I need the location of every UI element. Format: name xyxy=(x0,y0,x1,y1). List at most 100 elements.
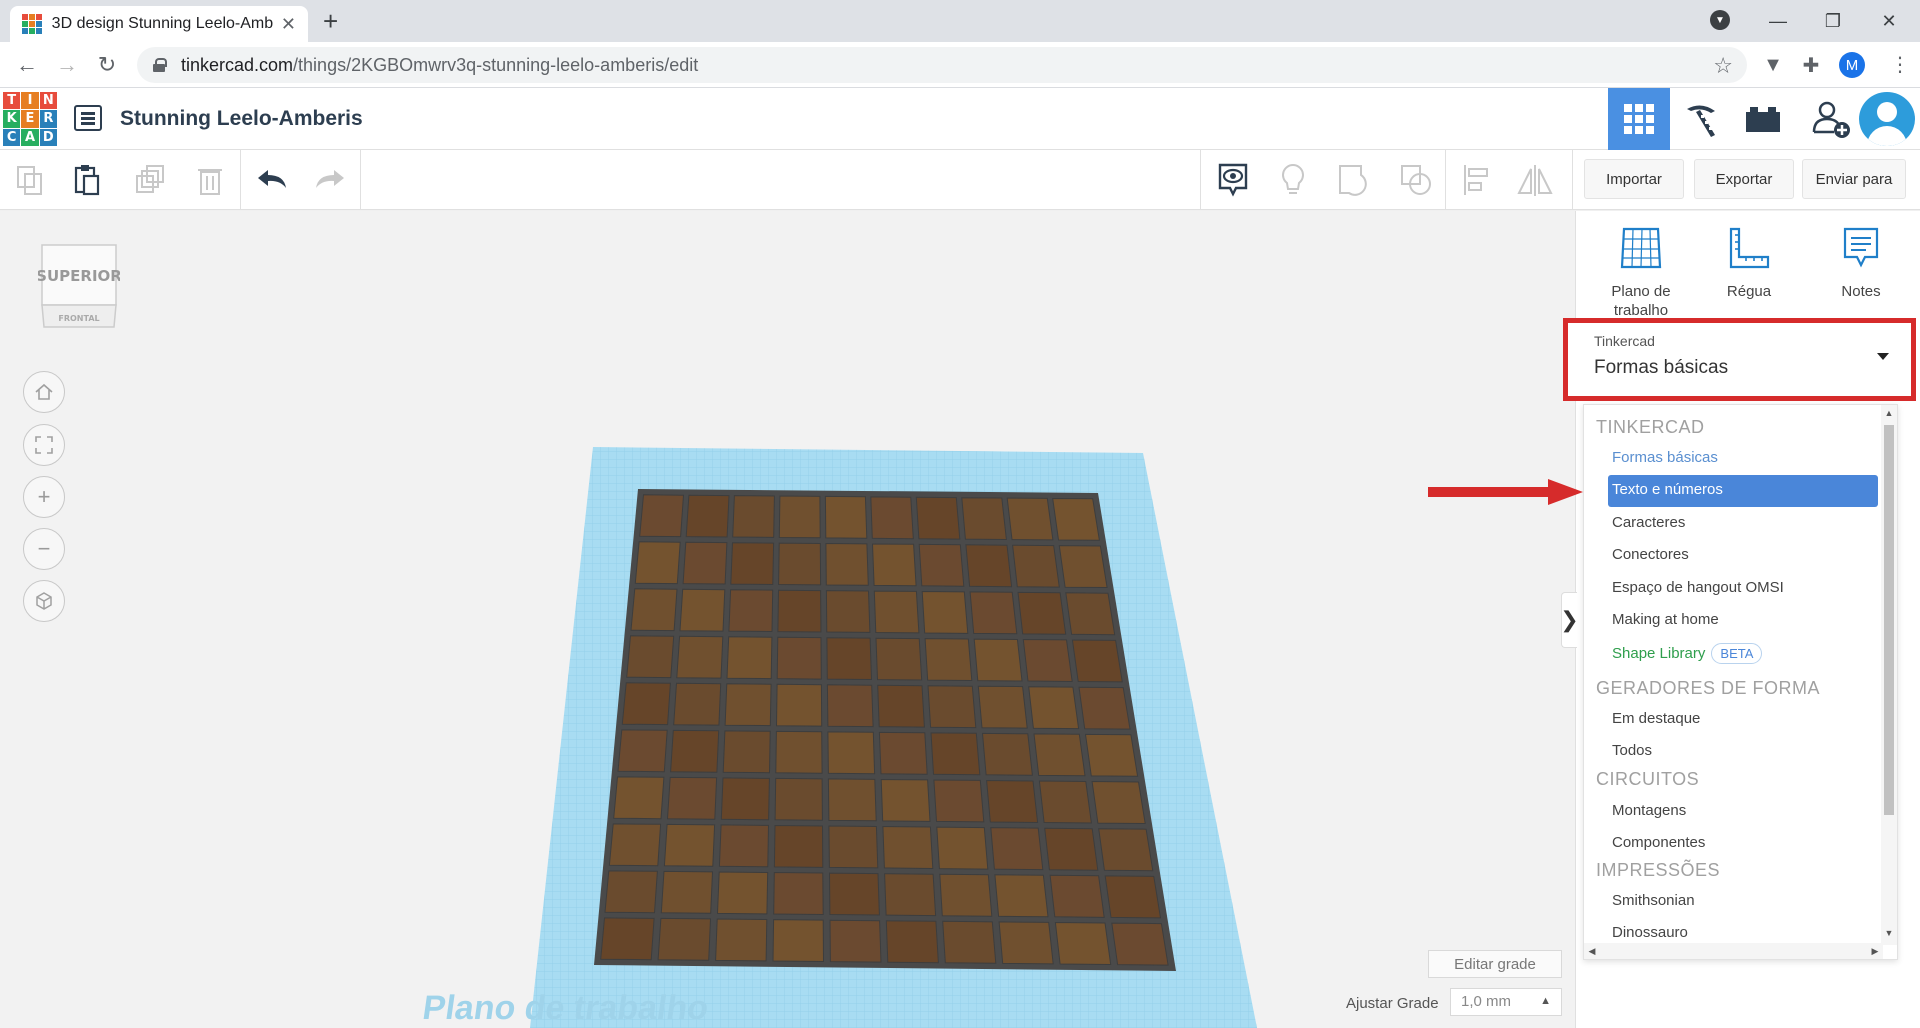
paste-icon[interactable] xyxy=(68,160,108,200)
list-item-dinosaur[interactable]: Dinossauro xyxy=(1612,924,1688,941)
add-user-icon[interactable] xyxy=(1800,88,1862,150)
puzzle-extensions-icon[interactable]: ✚ xyxy=(1798,52,1824,78)
workplane-tool[interactable]: Plano de trabalho xyxy=(1591,225,1691,320)
ruler-tool[interactable]: Régua xyxy=(1699,225,1799,301)
board-cell xyxy=(826,684,874,728)
view-cube[interactable]: SUPERIOR FRONTAL xyxy=(36,241,122,328)
board-cell xyxy=(679,588,726,632)
window-minimize-button[interactable]: — xyxy=(1753,0,1803,42)
scroll-up-icon[interactable]: ▲ xyxy=(1881,405,1897,421)
forward-arrow-icon[interactable]: → xyxy=(52,50,82,80)
logo-letter: I xyxy=(21,92,39,110)
address-bar[interactable]: tinkercad.com/things/2KGBOmwrv3q-stunnin… xyxy=(137,47,1747,83)
list-item-making-at-home[interactable]: Making at home xyxy=(1612,611,1719,628)
align-icon[interactable] xyxy=(1456,160,1496,200)
extension-icon[interactable]: ▼ xyxy=(1760,52,1786,78)
codeblocks-pickaxe-icon[interactable] xyxy=(1670,88,1732,150)
browser-tab[interactable]: 3D design Stunning Leelo-Amberis ✕ xyxy=(10,6,308,42)
bricks-icon[interactable] xyxy=(1732,88,1794,150)
list-item-text-numbers[interactable]: Texto e números xyxy=(1612,481,1723,498)
board-cell xyxy=(670,729,720,773)
scroll-down-icon[interactable]: ▼ xyxy=(1881,925,1897,941)
board-cell xyxy=(1012,544,1060,588)
board-cell xyxy=(621,682,671,726)
browser-profile-avatar[interactable]: M xyxy=(1839,52,1865,78)
copy-icon[interactable] xyxy=(10,160,50,200)
home-view-icon[interactable] xyxy=(23,371,65,413)
list-item-characters[interactable]: Caracteres xyxy=(1612,514,1685,531)
mirror-icon[interactable] xyxy=(1515,160,1555,200)
list-item-components[interactable]: Componentes xyxy=(1612,834,1705,851)
perspective-cube-icon[interactable] xyxy=(23,580,65,622)
list-item-omsi[interactable]: Espaço de hangout OMSI xyxy=(1612,579,1784,596)
reload-icon[interactable]: ↻ xyxy=(92,50,122,80)
dropdown-horizontal-scrollbar[interactable]: ◀ ▶ xyxy=(1584,943,1883,959)
scroll-left-icon[interactable]: ◀ xyxy=(1584,943,1600,959)
board-cell xyxy=(600,917,655,961)
list-item-basic-shapes[interactable]: Formas básicas xyxy=(1612,449,1718,466)
design-list-icon[interactable] xyxy=(74,105,102,131)
redo-icon[interactable] xyxy=(310,160,350,200)
bookmark-star-icon[interactable]: ☆ xyxy=(1713,53,1733,79)
back-arrow-icon[interactable]: ← xyxy=(12,50,42,80)
caret-down-icon xyxy=(1877,353,1889,360)
board-cell xyxy=(965,544,1013,588)
logo-letter: K xyxy=(3,110,21,128)
snap-grid-select[interactable]: 1,0 mm ▲ xyxy=(1450,988,1562,1016)
list-item-assemblies[interactable]: Montagens xyxy=(1612,802,1686,819)
3d-workspace[interactable]: Plano de trabalho SUPERIOR FRONTAL + − E… xyxy=(0,211,1575,1028)
category-source-label: Tinkercad xyxy=(1594,333,1655,349)
undo-icon[interactable] xyxy=(252,160,292,200)
board-cell xyxy=(730,542,775,586)
tab-search-icon[interactable]: ▼ xyxy=(1710,10,1730,30)
3d-view-grid-icon[interactable] xyxy=(1608,88,1670,150)
panel-collapse-icon[interactable]: ❯ xyxy=(1560,592,1579,648)
notes-tool[interactable]: Notes xyxy=(1811,225,1911,301)
fit-view-icon[interactable] xyxy=(23,424,65,466)
group-icon[interactable] xyxy=(1334,160,1374,200)
workplane-tool-label: Plano de trabalho xyxy=(1611,283,1671,319)
scrollbar-thumb[interactable] xyxy=(1884,425,1894,815)
duplicate-icon[interactable] xyxy=(130,160,170,200)
board-cell xyxy=(1022,638,1073,683)
dropdown-vertical-scrollbar[interactable]: ▲ ▼ xyxy=(1881,405,1897,945)
zoom-out-icon[interactable]: − xyxy=(23,528,65,570)
list-item-shape-library[interactable]: Shape Library BETA xyxy=(1612,643,1763,664)
scroll-right-icon[interactable]: ▶ xyxy=(1867,943,1883,959)
new-tab-button[interactable]: + xyxy=(323,6,338,36)
board-cell xyxy=(1091,780,1146,825)
list-item-all[interactable]: Todos xyxy=(1612,742,1652,759)
list-item-smithsonian[interactable]: Smithsonian xyxy=(1612,892,1695,909)
window-restore-button[interactable]: ❐ xyxy=(1808,0,1858,42)
send-to-button[interactable]: Enviar para xyxy=(1802,159,1906,199)
tinkercad-logo[interactable]: TINKERCAD xyxy=(3,92,57,146)
import-button[interactable]: Importar xyxy=(1584,159,1684,199)
user-avatar[interactable] xyxy=(1859,92,1915,146)
board-cell xyxy=(720,777,770,821)
zoom-in-icon[interactable]: + xyxy=(23,476,65,518)
list-item-featured[interactable]: Em destaque xyxy=(1612,710,1700,727)
ungroup-icon[interactable] xyxy=(1396,160,1436,200)
board-cell xyxy=(676,635,724,679)
board-cell xyxy=(930,732,981,776)
board-cell xyxy=(924,638,973,682)
notes-icon xyxy=(1843,227,1879,268)
snap-grid-value: 1,0 mm xyxy=(1461,993,1512,1010)
show-notes-eye-icon[interactable] xyxy=(1213,160,1253,200)
edit-grid-button[interactable]: Editar grade xyxy=(1428,950,1562,978)
category-dropdown-list[interactable]: TINKERCAD Formas básicas Texto e números… xyxy=(1583,404,1898,960)
delete-trash-icon[interactable] xyxy=(190,160,230,200)
window-close-button[interactable]: ✕ xyxy=(1864,0,1914,42)
board-cell xyxy=(1049,874,1105,918)
shape-category-select[interactable]: Tinkercad Formas básicas xyxy=(1563,318,1916,401)
section-circuits: CIRCUITOS xyxy=(1596,769,1700,789)
lightbulb-icon[interactable] xyxy=(1273,160,1313,200)
workplane-canvas[interactable]: Plano de trabalho xyxy=(0,211,1575,1028)
design-title[interactable]: Stunning Leelo-Amberis xyxy=(120,107,363,131)
list-item-connectors[interactable]: Conectores xyxy=(1612,546,1689,563)
browser-menu-icon[interactable]: ⋮ xyxy=(1890,52,1910,78)
export-button[interactable]: Exportar xyxy=(1694,159,1794,199)
tab-close-icon[interactable]: ✕ xyxy=(281,14,296,35)
board-cell xyxy=(1017,591,1067,635)
board-cell xyxy=(1033,733,1086,777)
